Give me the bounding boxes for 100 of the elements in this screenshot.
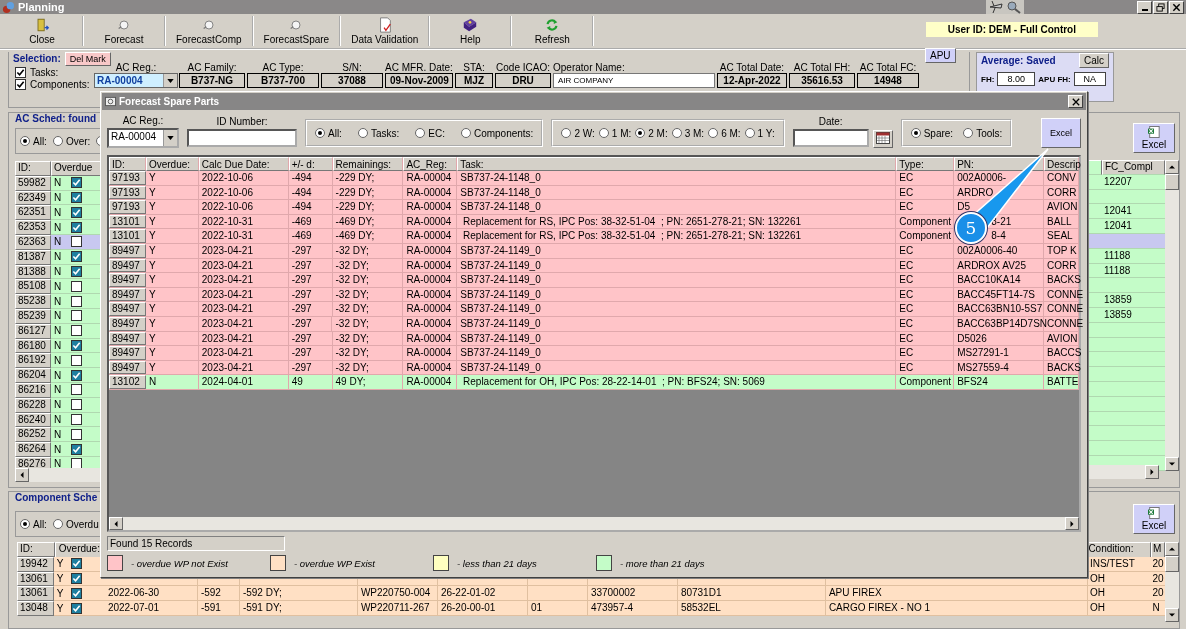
checkbox[interactable] xyxy=(71,265,83,277)
scroll-thumb[interactable] xyxy=(1165,556,1179,572)
table-cell: BACC63BP14D7SN xyxy=(957,317,1048,329)
table-cell: Y xyxy=(148,259,156,271)
table-cell: -494 xyxy=(291,186,312,198)
date-field[interactable] xyxy=(792,128,869,147)
table-cell: -297 xyxy=(291,288,312,300)
checkbox[interactable] xyxy=(71,573,83,584)
radio-button[interactable]: Tools: xyxy=(963,127,1003,139)
scrollbar[interactable] xyxy=(1165,160,1179,471)
table-cell: SB737-24-1149_0 xyxy=(460,288,541,300)
table-row[interactable]: 13102 N 2024-04-01 49 49 DY; RA-00004 Replacement for OH, IPC Pos: 28-22-14-01 ; PN: BFS24; SN: 5069 Component BFS24 BATTE xyxy=(109,375,1079,390)
scroll-arrow-button[interactable] xyxy=(1165,160,1179,174)
value-field: 37088 xyxy=(321,73,383,88)
table-cell: EC xyxy=(899,244,914,256)
del-mark-button[interactable]: Del Mark xyxy=(64,51,111,66)
radio-button[interactable]: 3 M: xyxy=(671,127,705,139)
scroll-arrow-button[interactable] xyxy=(1065,517,1079,530)
checkbox[interactable] xyxy=(71,369,83,381)
column-header: Task: xyxy=(457,157,897,171)
table-cell: -469 xyxy=(291,215,312,227)
table-row[interactable]: 89497 Y 2023-04-21 -297 -32 DY; RA-00004 SB737-24-1149_0 EC MS27291-1 BACCS xyxy=(109,346,1079,361)
radio-button[interactable]: 2 M: xyxy=(635,127,668,139)
checkbox[interactable] xyxy=(71,310,83,322)
row-id-cell: 89497 xyxy=(112,361,140,373)
checkbox[interactable] xyxy=(71,177,83,189)
checkbox[interactable] xyxy=(71,558,83,570)
id-number-field[interactable] xyxy=(187,128,297,147)
value-field[interactable]: 8.00 xyxy=(997,72,1036,86)
ac-reg-dropdown[interactable]: RA-00004 xyxy=(94,73,178,88)
table-cell: -469 xyxy=(291,230,312,242)
excel-button[interactable]: Excel xyxy=(1133,123,1175,153)
apu-button[interactable]: APU xyxy=(925,48,956,63)
radio-button[interactable]: Overdu xyxy=(52,518,99,530)
arrow-icon xyxy=(19,471,25,478)
scroll-arrow-button[interactable] xyxy=(109,517,123,530)
table-cell: BACC63BN10-5S7 xyxy=(957,303,1043,315)
minimize-button[interactable] xyxy=(1137,0,1152,14)
calc-button[interactable]: Calc xyxy=(1079,53,1109,68)
table-cell: 2022-07-01 xyxy=(107,602,160,614)
radio-button[interactable]: All: xyxy=(20,518,47,530)
checkbox[interactable] xyxy=(71,325,83,337)
radio-button[interactable]: Components: xyxy=(460,127,534,139)
checkbox[interactable] xyxy=(71,399,83,411)
restore-button[interactable] xyxy=(1153,0,1168,14)
checkbox[interactable] xyxy=(71,192,83,203)
radio-button[interactable]: EC: xyxy=(415,127,445,139)
scrollbar[interactable] xyxy=(109,517,1079,530)
checkbox[interactable] xyxy=(71,295,83,307)
checkbox-label: Tasks: xyxy=(30,67,59,78)
radio-button[interactable]: All: xyxy=(315,127,342,139)
column-header: M xyxy=(1151,542,1165,557)
checkbox[interactable] xyxy=(71,280,83,292)
table-cell: 2023-04-21 xyxy=(201,317,253,329)
table-row[interactable]: 97193 Y 2022-10-06 -494 -229 DY; RA-00004 SB737-24-1148_0 EC D5 AVION xyxy=(109,200,1079,215)
scroll-arrow-button[interactable] xyxy=(1165,456,1179,471)
radio-button[interactable]: Over: xyxy=(52,135,91,147)
checkbox[interactable] xyxy=(71,236,83,248)
checkbox[interactable] xyxy=(15,67,26,78)
checkbox[interactable] xyxy=(71,443,83,455)
value-field[interactable]: NA xyxy=(1073,72,1106,86)
checkbox[interactable] xyxy=(71,458,83,470)
excel-button[interactable]: Excel xyxy=(1041,118,1081,148)
section-title: Component Sche xyxy=(15,492,99,503)
scroll-arrow-button[interactable] xyxy=(1165,608,1179,622)
table-row[interactable]: 97193 Y 2022-10-06 -494 -229 DY; RA-00004 SB737-24-1148_0 EC 002A0006- CONV xyxy=(109,171,1079,186)
scroll-thumb[interactable] xyxy=(1165,174,1179,190)
checkbox[interactable] xyxy=(71,354,83,366)
excel-button[interactable]: Excel xyxy=(1133,504,1175,534)
table-row[interactable]: 89497 Y 2023-04-21 -297 -32 DY; RA-00004 SB737-24-1149_0 EC BACC10KA14 BACKS xyxy=(109,273,1079,288)
table-cell-text: Replacement for RS, IPC Pos: 38-32-51-04 ; PN: 2651-278-21; SN: 132261 xyxy=(462,215,802,227)
calendar-button[interactable] xyxy=(872,130,893,148)
checkbox[interactable] xyxy=(71,221,83,233)
radio-button[interactable]: 2 W: xyxy=(561,127,595,139)
checkbox[interactable] xyxy=(71,587,83,599)
checkbox[interactable] xyxy=(71,251,83,263)
scrollbar[interactable] xyxy=(1165,542,1179,622)
checkbox[interactable] xyxy=(71,339,83,351)
close-button[interactable] xyxy=(1068,95,1083,108)
search-icon[interactable] xyxy=(1006,0,1022,14)
ac-reg-dropdown[interactable]: RA-00004 xyxy=(107,127,179,148)
checkbox[interactable] xyxy=(71,384,83,396)
table-cell: 2022-10-06 xyxy=(201,186,253,198)
radio-button[interactable]: 1 M: xyxy=(598,127,632,139)
radio-button[interactable]: 6 M: xyxy=(708,127,741,139)
close-button[interactable] xyxy=(1169,0,1184,14)
radio-button[interactable]: Tasks: xyxy=(357,127,400,139)
radio-button[interactable]: Spare: xyxy=(910,127,954,139)
value-field: 12-Apr-2022 xyxy=(717,73,787,88)
checkbox[interactable] xyxy=(71,206,83,218)
checkbox[interactable] xyxy=(71,413,83,425)
checkbox[interactable] xyxy=(71,428,83,440)
checkbox[interactable] xyxy=(15,79,26,90)
checkbox[interactable] xyxy=(71,602,83,614)
table-cell: D5 xyxy=(957,201,971,213)
legend-label: - more than 21 days xyxy=(620,557,705,569)
radio-button[interactable]: 1 Y: xyxy=(744,127,775,139)
scroll-arrow-button[interactable] xyxy=(1165,542,1179,556)
radio-button[interactable]: All: xyxy=(20,135,47,147)
plane-icon[interactable] xyxy=(988,0,1004,14)
